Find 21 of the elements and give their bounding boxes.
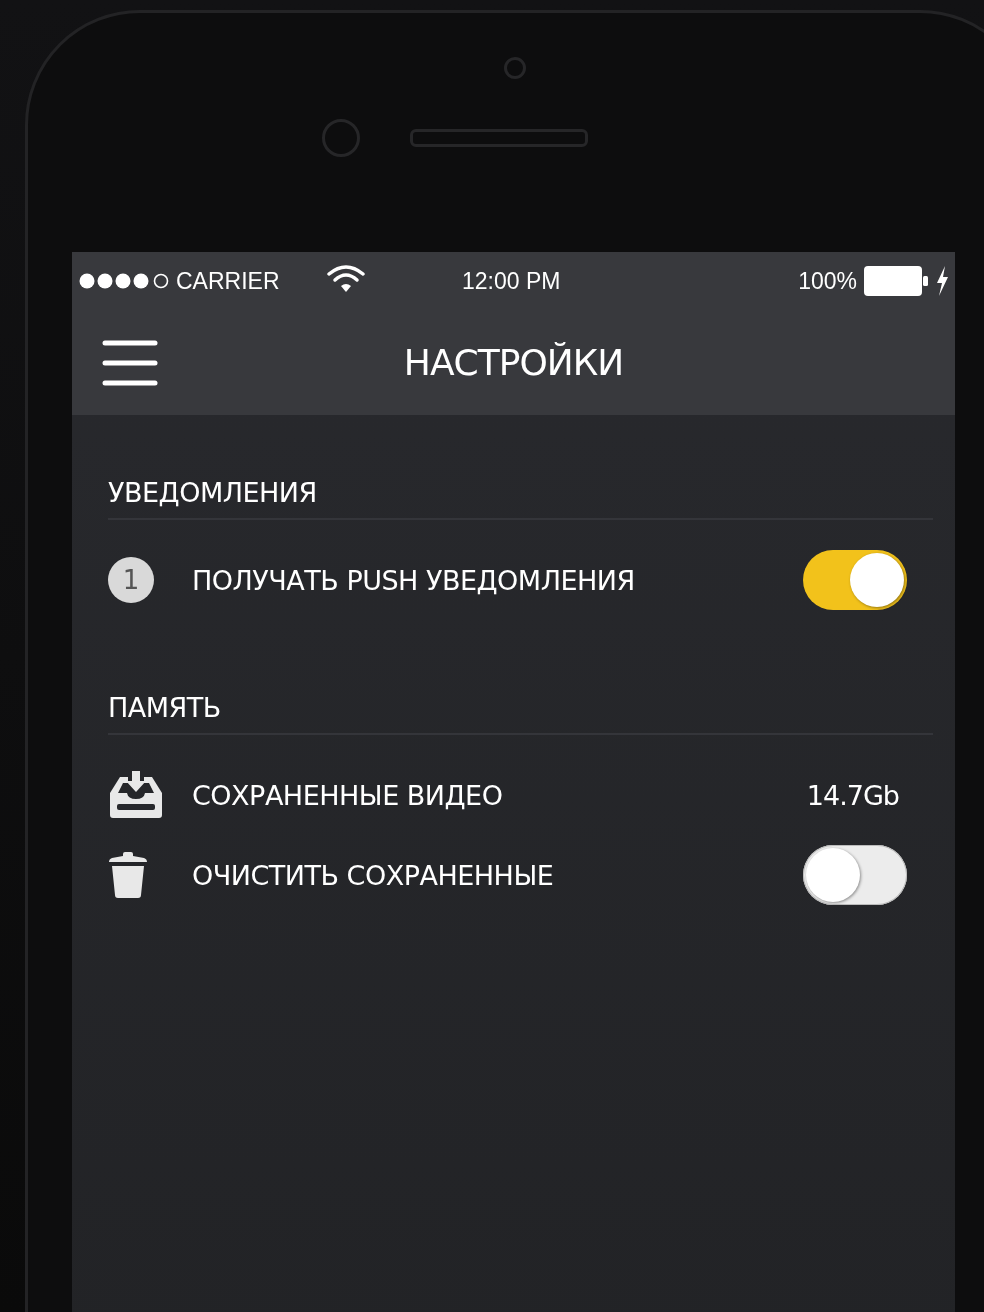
download-tray-icon — [108, 771, 164, 819]
wifi-icon — [325, 263, 366, 293]
battery-icon — [863, 265, 929, 297]
setting-label: ПОЛУЧАТЬ PUSH УВЕДОМЛЕНИЯ — [192, 564, 636, 596]
section-header: УВЕДОМЛЕНИЯ — [108, 477, 933, 520]
battery-percent: 100% — [798, 267, 857, 295]
setting-label: ОЧИСТИТЬ СОХРАНЕННЫЕ — [192, 859, 555, 891]
setting-label: СОХРАНЕННЫЕ ВИДЕО — [192, 779, 504, 811]
status-time: 12:00 PM — [462, 267, 561, 295]
toggle-switch[interactable] — [803, 550, 907, 610]
signal-strength-icon — [78, 272, 170, 290]
front-camera-icon — [322, 119, 360, 157]
section-header: ПАМЯТЬ — [108, 692, 933, 735]
carrier-name: CARRIER — [176, 267, 280, 295]
menu-icon[interactable] — [102, 338, 158, 387]
trash-can-icon — [108, 852, 148, 898]
count-badge: 1 — [108, 557, 154, 603]
camera-icon — [504, 57, 526, 79]
screen-title: НАСТРОЙКИ — [403, 342, 624, 383]
storage-size: 14.7Gb — [806, 779, 899, 811]
toggle-switch[interactable] — [803, 845, 907, 905]
